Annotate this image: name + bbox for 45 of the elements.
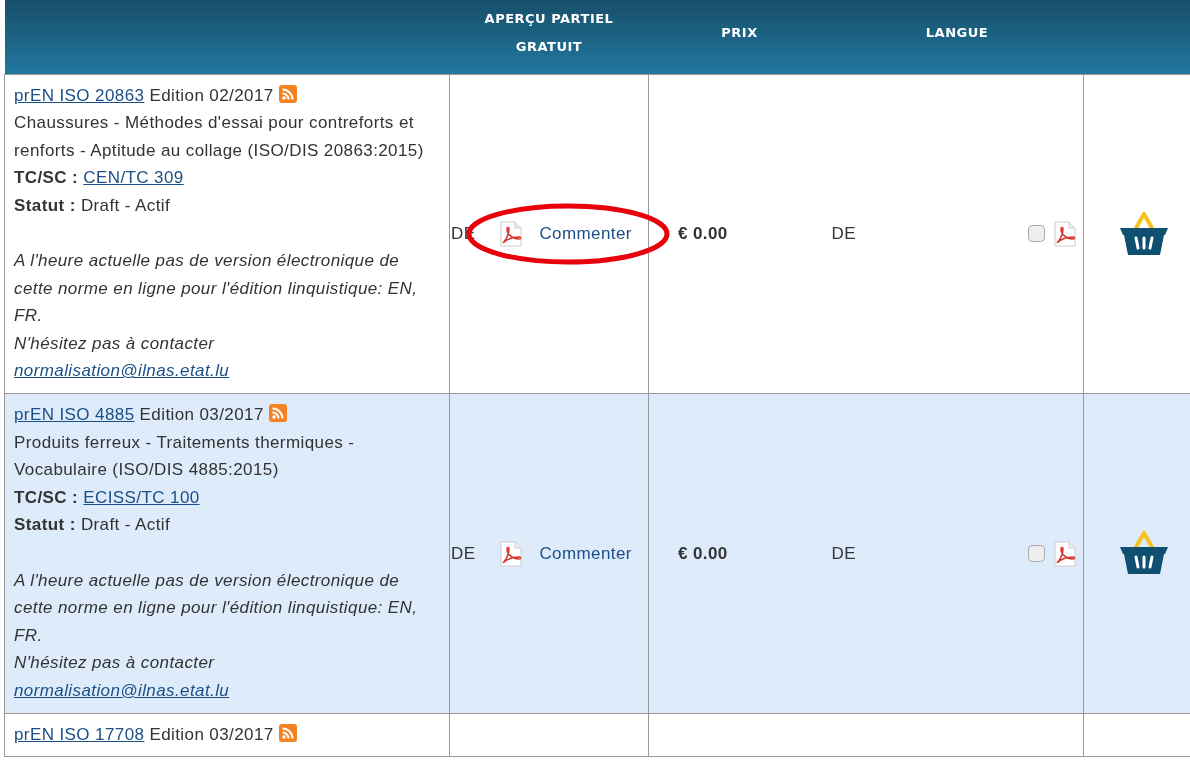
edition-text: Edition 02/2017 — [149, 85, 274, 105]
rss-icon[interactable] — [278, 724, 297, 744]
status-text: Draft - Actif — [80, 195, 171, 215]
price-text: € 0.00 — [677, 223, 728, 243]
column-header: PRIX — [721, 24, 758, 40]
language-code: DE — [831, 222, 856, 245]
status-text: Draft - Actif — [80, 515, 171, 535]
pdf-icon[interactable] — [1052, 219, 1077, 248]
edition-text: Edition 03/2017 — [139, 405, 264, 425]
column-header: APERÇU PARTIEL GRATUIT — [484, 10, 614, 54]
pdf-icon[interactable] — [499, 219, 524, 248]
standard-link[interactable]: prEN ISO 17708 — [14, 724, 145, 744]
basket-icon[interactable] — [1118, 209, 1170, 258]
field-label: TC/SC : — [14, 168, 79, 188]
row-cell[interactable]: prEN ISO 17708 Edition 03/2017 — [4, 713, 450, 757]
contact-text: N'hésitez pas à contacter normalisation@ilnas.etat.lu — [14, 332, 231, 383]
email-link[interactable]: normalisation@ilnas.etat.lu — [14, 361, 230, 381]
field-label: TC/SC : — [14, 487, 79, 507]
standard-link[interactable]: prEN ISO 20863 — [14, 85, 145, 105]
committee-link[interactable]: CEN/TC 309 — [83, 168, 184, 188]
rss-icon[interactable] — [268, 405, 287, 425]
comment-link[interactable]: Commenter — [539, 219, 632, 248]
field-label: Statut : — [14, 195, 76, 215]
committee-link[interactable]: ECISS/TC 100 — [83, 487, 200, 507]
pdf-icon[interactable] — [499, 539, 524, 568]
rss-icon[interactable] — [278, 85, 297, 105]
field-label: Statut : — [14, 515, 76, 535]
contact-text: N'hésitez pas à contacter normalisation@ilnas.etat.lu — [14, 652, 231, 702]
email-link[interactable]: normalisation@ilnas.etat.lu — [14, 680, 230, 700]
select-checkbox[interactable] — [1027, 225, 1045, 243]
row-cell[interactable] — [4, 393, 450, 714]
edition-text: Edition 03/2017 — [149, 724, 274, 744]
select-checkbox[interactable] — [1027, 544, 1045, 562]
comment-link[interactable]: Commenter — [539, 539, 632, 568]
pdf-icon[interactable] — [1052, 539, 1077, 568]
price-text: € 0.00 — [677, 543, 728, 563]
row-cell[interactable] — [4, 74, 450, 394]
availability-note: A l'heure actuelle pas de version électronique de cette norme en ligne pour l'édition linquistique: EN, FR. — [14, 569, 419, 647]
standard-title: Produits ferreux - Traitements thermiques - Vocabulaire (ISO/DIS 4885:2015) — [14, 431, 356, 482]
standard-link[interactable]: prEN ISO 4885 — [14, 405, 135, 425]
language-code: DE — [451, 542, 476, 565]
column-header: LANGUE — [925, 24, 989, 40]
availability-note: A l'heure actuelle pas de version électronique de cette norme en ligne pour l'édition linquistique: EN, FR. — [14, 250, 419, 328]
language-code: DE — [831, 542, 856, 565]
standard-title: Chaussures - Méthodes d'essai pour contreforts et renforts - Aptitude au collage (ISO/DIS 20863:2015) — [14, 112, 425, 162]
